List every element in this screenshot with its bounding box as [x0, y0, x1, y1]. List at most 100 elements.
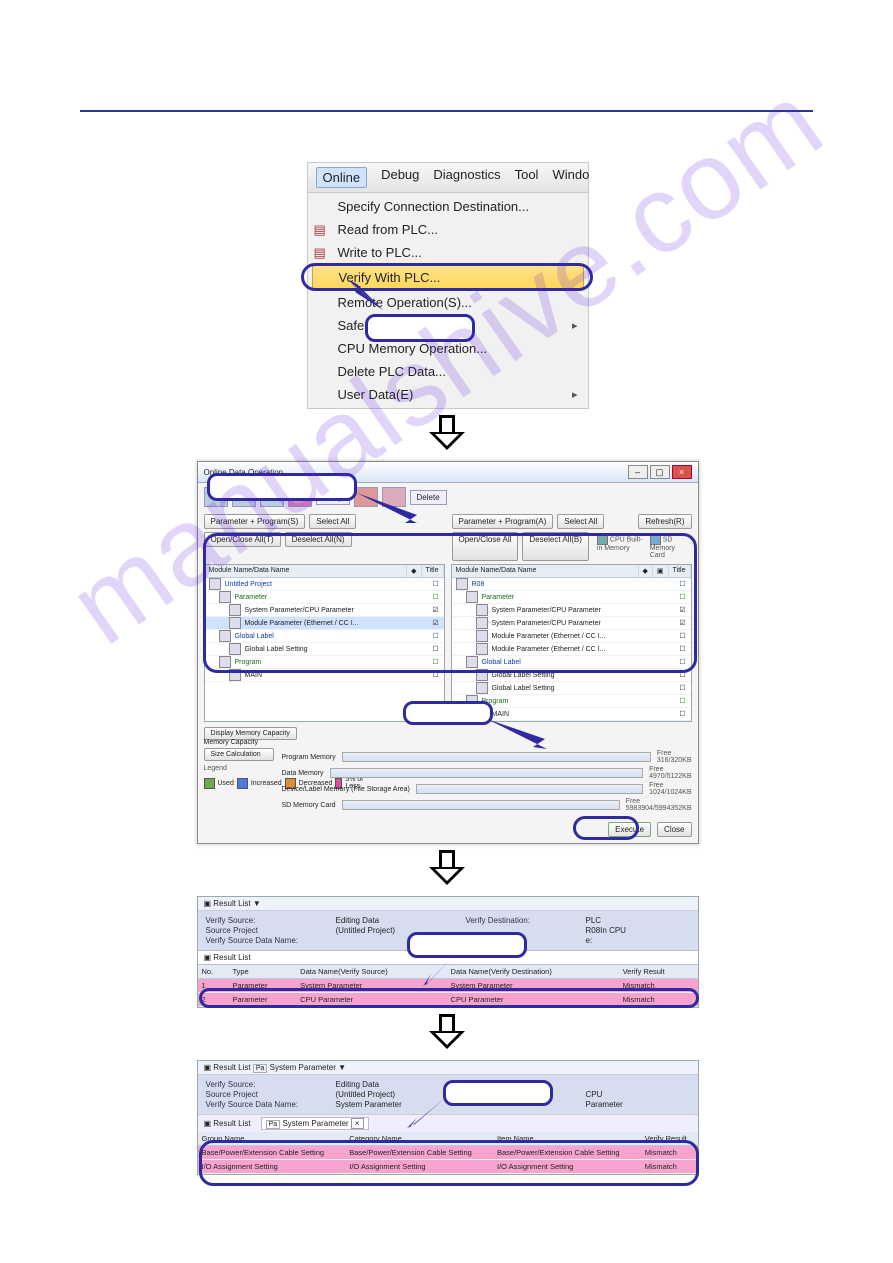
- execute-button[interactable]: Execute: [608, 822, 651, 837]
- checkbox-icon[interactable]: ☐: [428, 593, 444, 601]
- close-button[interactable]: ×: [672, 465, 692, 479]
- tree-node-label: System Parameter/CPU Parameter: [243, 605, 428, 616]
- tree-row[interactable]: Global Label Setting☐: [452, 682, 691, 695]
- node-icon: [219, 656, 231, 668]
- tree-node-label: Global Label Setting: [243, 644, 428, 655]
- size-calculation-button[interactable]: Size Calculation: [204, 748, 274, 761]
- tree-row[interactable]: Module Parameter (Ethernet / CC I...☐: [452, 630, 691, 643]
- tree-row[interactable]: Global Label☐: [452, 656, 691, 669]
- menu-window[interactable]: Windo: [552, 167, 589, 188]
- plc-icon: ▤: [314, 222, 330, 238]
- checkbox-icon[interactable]: ☐: [428, 645, 444, 653]
- checkbox-icon[interactable]: ☑: [428, 606, 444, 614]
- checkbox-icon[interactable]: ☐: [428, 658, 444, 666]
- node-icon: [476, 682, 488, 694]
- checkbox-icon[interactable]: ☐: [675, 593, 691, 601]
- tab-result-list[interactable]: Result List: [213, 1119, 250, 1128]
- destination-tree[interactable]: Module Name/Data Name◆▣Title R08☐Paramet…: [451, 564, 692, 722]
- menu-item-label: Delete PLC Data...: [338, 364, 446, 379]
- tree-row[interactable]: R08☐: [452, 578, 691, 591]
- select-all-r-button[interactable]: Select All: [557, 514, 604, 529]
- checkbox-icon[interactable]: ☐: [675, 710, 691, 718]
- tree-row[interactable]: Module Parameter (Ethernet / CC I...☐: [452, 643, 691, 656]
- param-program-button[interactable]: Parameter + Program(S): [204, 514, 306, 529]
- menu-debug[interactable]: Debug: [381, 167, 419, 188]
- checkbox-icon[interactable]: ☐: [675, 671, 691, 679]
- tree-node-label: Program: [233, 657, 428, 668]
- menu-item[interactable]: ▤Write to PLC...: [308, 241, 588, 264]
- memory-bar-row: Device/Label Memory (File Storage Area)F…: [282, 782, 692, 796]
- deselect-all-n-button[interactable]: Deselect All(N): [285, 532, 352, 547]
- tree-row[interactable]: Program☐: [205, 656, 444, 669]
- callout-arrow-icon: [357, 487, 427, 527]
- tree-node-label: System Parameter/CPU Parameter: [490, 618, 675, 629]
- node-icon: [229, 643, 241, 655]
- tree-row[interactable]: Global Label Setting☐: [452, 669, 691, 682]
- callout-blank-2: [207, 473, 357, 501]
- tab-close-button[interactable]: ×: [351, 1118, 364, 1129]
- tree-node-label: Global Label Setting: [490, 683, 675, 694]
- memory-legend: Size Calculation Legend UsedIncreasedDec…: [204, 748, 274, 814]
- checkbox-icon[interactable]: ☐: [675, 580, 691, 588]
- checkbox-icon[interactable]: ☑: [675, 606, 691, 614]
- checkbox-icon[interactable]: ☐: [675, 645, 691, 653]
- tree-node-label: Global Label: [480, 657, 675, 668]
- maximize-button[interactable]: ▢: [650, 465, 670, 479]
- tree-row[interactable]: System Parameter/CPU Parameter☑: [452, 617, 691, 630]
- source-tree[interactable]: Module Name/Data Name◆Title Untitled Pro…: [204, 564, 445, 722]
- menu-item[interactable]: Specify Connection Destination...: [308, 195, 588, 218]
- result-list-title: ▣ Result List ▼: [204, 899, 261, 908]
- col-header: Type: [228, 965, 296, 979]
- table-row[interactable]: 2ParameterCPU ParameterCPU ParameterMism…: [198, 993, 698, 1007]
- close-dialog-button[interactable]: Close: [657, 822, 691, 837]
- tree-row[interactable]: MAIN☐: [205, 669, 444, 682]
- result-table-2[interactable]: Group NameCategory NameItem NameVerify R…: [198, 1132, 698, 1174]
- callout-arrow-icon: [405, 1094, 449, 1132]
- tree-node-label: Parameter: [480, 592, 675, 603]
- deselect-all-b-button[interactable]: Deselect All(B): [522, 532, 588, 561]
- checkbox-icon[interactable]: ☑: [428, 619, 444, 627]
- menu-item[interactable]: User Data(E): [308, 383, 588, 406]
- checkbox-icon[interactable]: ☐: [428, 580, 444, 588]
- tree-row[interactable]: Untitled Project☐: [205, 578, 444, 591]
- menu-item[interactable]: Delete PLC Data...: [308, 360, 588, 383]
- refresh-button[interactable]: Refresh(R): [638, 514, 691, 529]
- menu-item-label: CPU Memory Operation...: [338, 341, 488, 356]
- select-all-button[interactable]: Select All: [309, 514, 356, 529]
- plc-icon: ▤: [314, 245, 330, 261]
- tree-row[interactable]: Global Label☐: [205, 630, 444, 643]
- menu-tool[interactable]: Tool: [515, 167, 539, 188]
- checkbox-icon[interactable]: ☐: [675, 684, 691, 692]
- checkbox-icon[interactable]: ☐: [675, 697, 691, 705]
- tree-row[interactable]: Global Label Setting☐: [205, 643, 444, 656]
- param-program-a-button[interactable]: Parameter + Program(A): [452, 514, 554, 529]
- menu-item-label: Read from PLC...: [338, 222, 438, 237]
- node-icon: [219, 591, 231, 603]
- minimize-button[interactable]: –: [628, 465, 648, 479]
- menu-item[interactable]: ▤ Read from PLC...: [308, 218, 588, 241]
- tree-row[interactable]: System Parameter/CPU Parameter☑: [205, 604, 444, 617]
- tree-row[interactable]: Parameter☐: [205, 591, 444, 604]
- col-header: Category Name: [345, 1132, 493, 1146]
- tree-row[interactable]: Parameter☐: [452, 591, 691, 604]
- tab-system-parameter[interactable]: System Parameter: [282, 1119, 348, 1128]
- checkbox-icon[interactable]: ☐: [428, 671, 444, 679]
- checkbox-icon[interactable]: ☑: [675, 619, 691, 627]
- menu-online[interactable]: Online: [316, 167, 368, 188]
- node-icon: [476, 669, 488, 681]
- tree-row[interactable]: Module Parameter (Ethernet / CC I...☑: [205, 617, 444, 630]
- menu-diagnostics[interactable]: Diagnostics: [433, 167, 500, 188]
- memory-bar-row: Data MemoryFree4970/5122KB: [282, 766, 692, 780]
- tree-node-label: Global Label: [233, 631, 428, 642]
- tree-row[interactable]: System Parameter/CPU Parameter☑: [452, 604, 691, 617]
- table-row[interactable]: I/O Assignment SettingI/O Assignment Set…: [198, 1160, 698, 1174]
- menu-item-label: Safe: [338, 318, 365, 333]
- open-close-all-button[interactable]: Open/Close All: [452, 532, 519, 561]
- checkbox-icon[interactable]: ☐: [428, 632, 444, 640]
- checkbox-icon[interactable]: ☐: [675, 658, 691, 666]
- table-row[interactable]: Base/Power/Extension Cable SettingBase/P…: [198, 1146, 698, 1160]
- open-close-all-t-button[interactable]: Open/Close All(T): [204, 532, 281, 547]
- callout-arrow-icon: [347, 280, 387, 314]
- tree-node-label: MAIN: [243, 670, 428, 681]
- checkbox-icon[interactable]: ☐: [675, 632, 691, 640]
